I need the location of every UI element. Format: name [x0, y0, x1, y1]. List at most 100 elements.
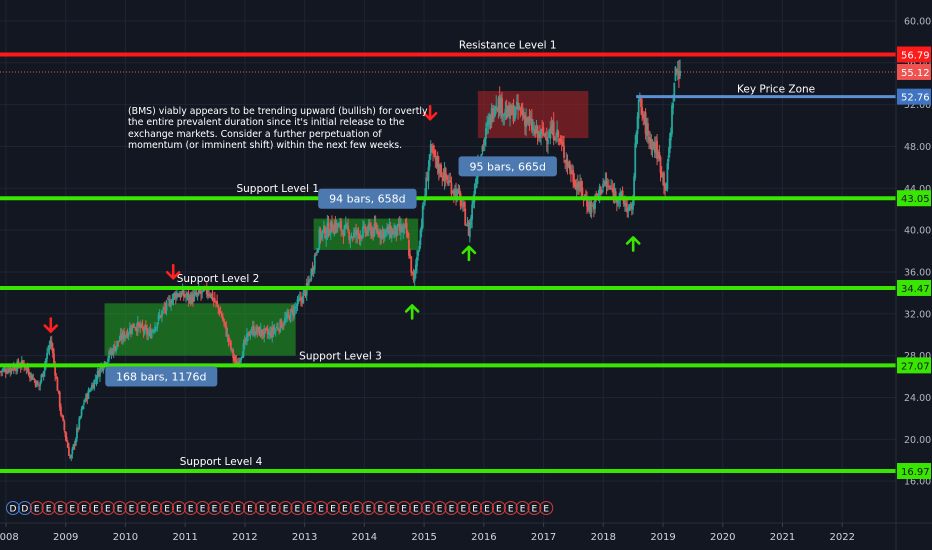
candle-body	[343, 225, 346, 236]
candle-body	[33, 379, 36, 381]
candle-body	[464, 208, 467, 226]
marker-letter: E	[58, 505, 64, 515]
marker-letter: E	[342, 505, 348, 515]
marker-letter: E	[176, 505, 182, 515]
candle-body	[673, 82, 676, 102]
level-label: Support Level 2	[177, 273, 260, 285]
candle-body	[115, 346, 117, 352]
candle-body	[79, 416, 82, 418]
candle-body	[419, 230, 422, 245]
candle-body	[632, 200, 634, 210]
candle-body	[293, 307, 295, 317]
x-tick-label: 2010	[113, 532, 138, 543]
candle-body	[602, 183, 604, 189]
candle-body	[141, 324, 144, 328]
candle-body	[56, 378, 59, 391]
candle-body	[411, 271, 414, 273]
candle-body	[586, 199, 588, 207]
candle-body	[252, 325, 255, 335]
candle-body	[81, 405, 84, 410]
candle-body	[468, 224, 471, 238]
candle-body	[216, 300, 219, 305]
candle-body	[672, 103, 675, 108]
candle-body	[63, 421, 66, 431]
candle-body	[368, 224, 371, 227]
candle-body	[47, 350, 50, 352]
candle-body	[66, 442, 69, 448]
candle-body	[633, 176, 635, 199]
candle-body	[557, 131, 560, 138]
candle-body	[485, 128, 487, 139]
candle-body	[671, 105, 673, 134]
support-tag-label: 43.05	[901, 194, 930, 205]
candle-body	[277, 327, 279, 330]
candle-body	[282, 324, 285, 326]
candle-body	[166, 298, 169, 300]
candle-body	[328, 234, 331, 236]
candle-body	[295, 306, 298, 309]
candle-body	[48, 345, 51, 350]
marker-letter: E	[318, 505, 324, 515]
candle-body	[74, 438, 77, 446]
candle-body	[62, 415, 65, 421]
candle-body	[42, 371, 45, 378]
candle-body	[362, 226, 364, 238]
x-tick-label: 2017	[531, 532, 556, 543]
candle-body	[198, 290, 201, 294]
candle-body	[281, 326, 284, 328]
candle-body	[248, 331, 251, 337]
candle-body	[325, 235, 328, 239]
level-label: Resistance Level 1	[459, 39, 557, 51]
candle-body	[250, 331, 253, 334]
candle-body	[481, 145, 484, 152]
candle-body	[200, 293, 202, 295]
candle-body	[483, 138, 486, 146]
candle-body	[641, 107, 644, 116]
candle-body	[637, 99, 640, 119]
candle-body	[132, 323, 135, 328]
candle-body	[107, 358, 109, 362]
candle-body	[80, 408, 83, 416]
marker-letter: E	[389, 505, 395, 515]
candle-body	[161, 311, 163, 318]
x-tick-label: 2019	[650, 532, 675, 543]
y-tick-label: 20.00	[904, 435, 931, 446]
candle-body	[337, 224, 340, 228]
candle-body	[581, 187, 584, 198]
candle-body	[102, 367, 105, 371]
candle-body	[76, 428, 78, 439]
marker-letter: E	[164, 505, 170, 515]
candle-body	[625, 202, 627, 207]
candle-body	[363, 224, 366, 226]
candle-body	[287, 312, 290, 315]
marker-letter: E	[449, 505, 455, 515]
candle-body	[50, 341, 53, 348]
candle-body	[636, 116, 639, 135]
candle-body	[340, 221, 343, 231]
candle-body	[55, 376, 58, 379]
candle-body	[605, 181, 608, 186]
candle-body	[450, 183, 453, 195]
candle-body	[429, 144, 432, 156]
candle-body	[95, 379, 98, 381]
candle-body	[590, 207, 593, 213]
candle-body	[167, 299, 170, 301]
candle-body	[211, 292, 214, 301]
marker-letter: E	[508, 505, 514, 515]
marker-letter: E	[425, 505, 431, 515]
candle-body	[39, 382, 42, 386]
annotation-note: (BMS) viably appears to be trending upwa…	[128, 106, 428, 151]
support-tag-label: 16.97	[901, 467, 930, 478]
candle-body	[449, 180, 452, 183]
candle-body	[313, 255, 316, 270]
candle-body	[51, 347, 54, 354]
candle-body	[308, 280, 310, 284]
marker-letter: E	[34, 505, 40, 515]
candle-body	[463, 202, 465, 208]
candle-body	[4, 369, 7, 373]
candle-body	[521, 110, 524, 116]
marker-letter: E	[330, 505, 336, 515]
candle-body	[220, 312, 223, 318]
candle-body	[89, 390, 92, 392]
key-zone-label: Key Price Zone	[737, 84, 815, 96]
